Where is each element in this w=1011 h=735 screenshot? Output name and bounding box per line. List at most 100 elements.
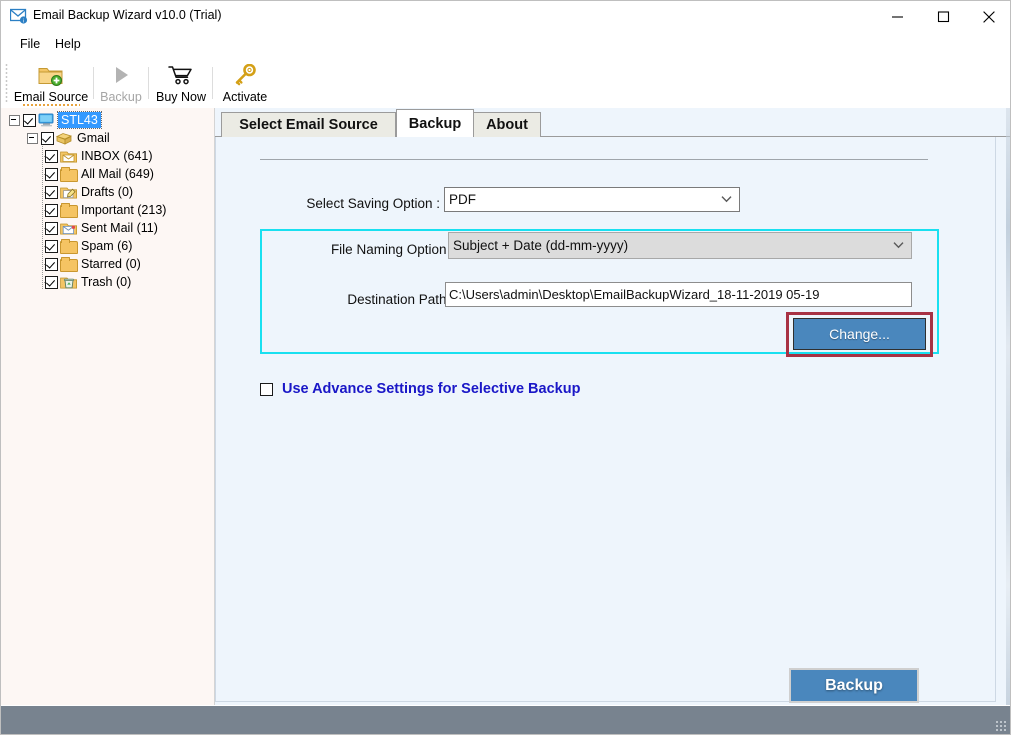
checkbox-folder[interactable] <box>45 275 58 289</box>
backup-button[interactable]: Backup <box>789 668 919 703</box>
checkbox-folder[interactable] <box>45 203 58 217</box>
toolbar-button-email-source[interactable]: Email Source <box>12 59 90 107</box>
toolbar-button-activate[interactable]: Activate <box>217 59 273 107</box>
tree-label-root: STL43 <box>57 111 102 129</box>
computer-icon <box>38 113 55 127</box>
advance-settings-checkbox[interactable] <box>260 382 273 396</box>
tab-backup[interactable]: Backup <box>396 109 474 137</box>
tree-node-folder[interactable]: Starred (0) <box>1 255 214 273</box>
checkbox-folder[interactable] <box>45 239 58 253</box>
tab-strip: Select Email Source Backup About <box>215 108 1010 137</box>
tree-node-folder[interactable]: Trash (0) <box>1 273 214 291</box>
close-button[interactable] <box>966 1 1010 32</box>
folder-icon <box>60 239 78 254</box>
tree-node-folder[interactable]: Sent Mail (11) <box>1 219 214 237</box>
backup-panel: Select Saving Option : PDF File Naming O… <box>215 137 996 703</box>
change-button-label: Change... <box>829 326 890 342</box>
right-edge-artifact <box>1006 108 1010 705</box>
file-naming-value: Subject + Date (dd-mm-yyyy) <box>453 238 629 253</box>
checkbox-root[interactable] <box>23 113 36 127</box>
toolbar-separator <box>212 67 213 99</box>
backup-button-label: Backup <box>825 676 883 694</box>
saving-option-label: Select Saving Option : <box>306 196 440 211</box>
inbox-folder-icon <box>60 149 77 163</box>
tree-node-folder[interactable]: Spam (6) <box>1 237 214 255</box>
key-icon <box>233 61 257 88</box>
menu-item-help[interactable]: Help <box>49 36 87 52</box>
destination-path-input[interactable]: C:\Users\admin\Desktop\EmailBackupWizard… <box>445 282 912 307</box>
toolbar-drag-grip[interactable] <box>5 63 8 103</box>
folder-icon <box>60 203 78 218</box>
status-bar <box>1 706 1010 734</box>
tab-label: Backup <box>408 115 462 132</box>
advance-settings-label: Use Advance Settings for Selective Backu… <box>282 381 581 397</box>
tab-select-email-source[interactable]: Select Email Source <box>221 112 396 137</box>
change-path-button[interactable]: Change... <box>793 318 926 350</box>
checkbox-folder[interactable] <box>45 257 58 271</box>
toolbar-label-buy-now: Buy Now <box>155 90 207 104</box>
tree-label-folder: Spam (6) <box>81 239 133 253</box>
destination-path-label: Destination Path : <box>347 292 454 307</box>
tree-node-folder[interactable]: All Mail (649) <box>1 165 214 183</box>
content-area: Select Email Source Backup About Select … <box>215 108 1010 705</box>
play-triangle-icon <box>110 61 132 88</box>
svg-text:i: i <box>23 18 24 24</box>
folder-tree-sidebar: STL43 Gmail INBOX (641) All Mail (649) D… <box>1 108 215 705</box>
checkbox-folder[interactable] <box>45 149 58 163</box>
tree-node-root[interactable]: STL43 <box>1 111 214 129</box>
tree-node-folder[interactable]: INBOX (641) <box>1 147 214 165</box>
tab-about[interactable]: About <box>473 112 541 137</box>
tab-label: About <box>486 117 528 133</box>
minimize-button[interactable] <box>874 1 920 32</box>
sent-folder-icon <box>60 221 77 235</box>
checkbox-folder[interactable] <box>45 167 58 181</box>
envelope-icon: i <box>9 8 28 24</box>
tree-label-folder: Trash (0) <box>81 275 132 289</box>
window-controls <box>874 1 1010 32</box>
trash-folder-icon <box>60 275 77 289</box>
toolbar-label-activate: Activate <box>222 90 268 104</box>
folder-icon <box>60 257 78 272</box>
draft-folder-icon <box>60 185 77 199</box>
checkbox-folder[interactable] <box>45 221 58 235</box>
tree-node-account[interactable]: Gmail <box>1 129 214 147</box>
menu-item-file[interactable]: File <box>14 36 46 52</box>
tree-label-folder: All Mail (649) <box>81 167 154 181</box>
tree-label-folder: Starred (0) <box>81 257 141 271</box>
toolbar: Email Source Backup Buy Now Activate <box>1 57 1010 109</box>
tree-node-folder[interactable]: Drafts (0) <box>1 183 214 201</box>
advance-settings-row[interactable]: Use Advance Settings for Selective Backu… <box>260 381 580 397</box>
tab-label: Select Email Source <box>239 117 378 133</box>
tree-label-folder: INBOX (641) <box>81 149 153 163</box>
shopping-cart-icon <box>168 61 194 88</box>
section-divider <box>260 159 928 160</box>
toolbar-label-email-source: Email Source <box>13 90 89 104</box>
saving-option-value: PDF <box>449 192 476 207</box>
toolbar-separator <box>148 67 149 99</box>
checkbox-account[interactable] <box>41 131 54 145</box>
saving-option-select[interactable]: PDF <box>444 187 740 212</box>
window-title: Email Backup Wizard v10.0 (Trial) <box>33 8 222 22</box>
chevron-down-icon <box>721 191 732 206</box>
folder-tree: STL43 Gmail INBOX (641) All Mail (649) D… <box>1 108 214 291</box>
active-toolbar-underline <box>23 104 80 106</box>
title-bar: i Email Backup Wizard v10.0 (Trial) <box>1 1 1010 32</box>
toolbar-separator <box>93 67 94 99</box>
file-naming-select[interactable]: Subject + Date (dd-mm-yyyy) <box>448 232 912 259</box>
toolbar-button-backup[interactable]: Backup <box>97 59 145 107</box>
tree-node-folder[interactable]: Important (213) <box>1 201 214 219</box>
tree-label-folder: Important (213) <box>81 203 167 217</box>
file-naming-label: File Naming Option : <box>330 242 454 257</box>
collapse-toggle-root[interactable] <box>9 114 20 126</box>
mailbox-stack-icon <box>55 131 73 145</box>
folder-icon <box>60 167 78 182</box>
destination-path-value: C:\Users\admin\Desktop\EmailBackupWizard… <box>449 287 820 302</box>
collapse-toggle-account[interactable] <box>27 132 38 144</box>
resize-grip[interactable] <box>995 720 1007 732</box>
maximize-button[interactable] <box>920 1 966 32</box>
chevron-down-icon <box>893 237 904 252</box>
toolbar-button-buy-now[interactable]: Buy Now <box>153 59 209 107</box>
toolbar-label-backup: Backup <box>100 90 142 104</box>
application-window: i Email Backup Wizard v10.0 (Trial) File… <box>0 0 1011 735</box>
checkbox-folder[interactable] <box>45 185 58 199</box>
